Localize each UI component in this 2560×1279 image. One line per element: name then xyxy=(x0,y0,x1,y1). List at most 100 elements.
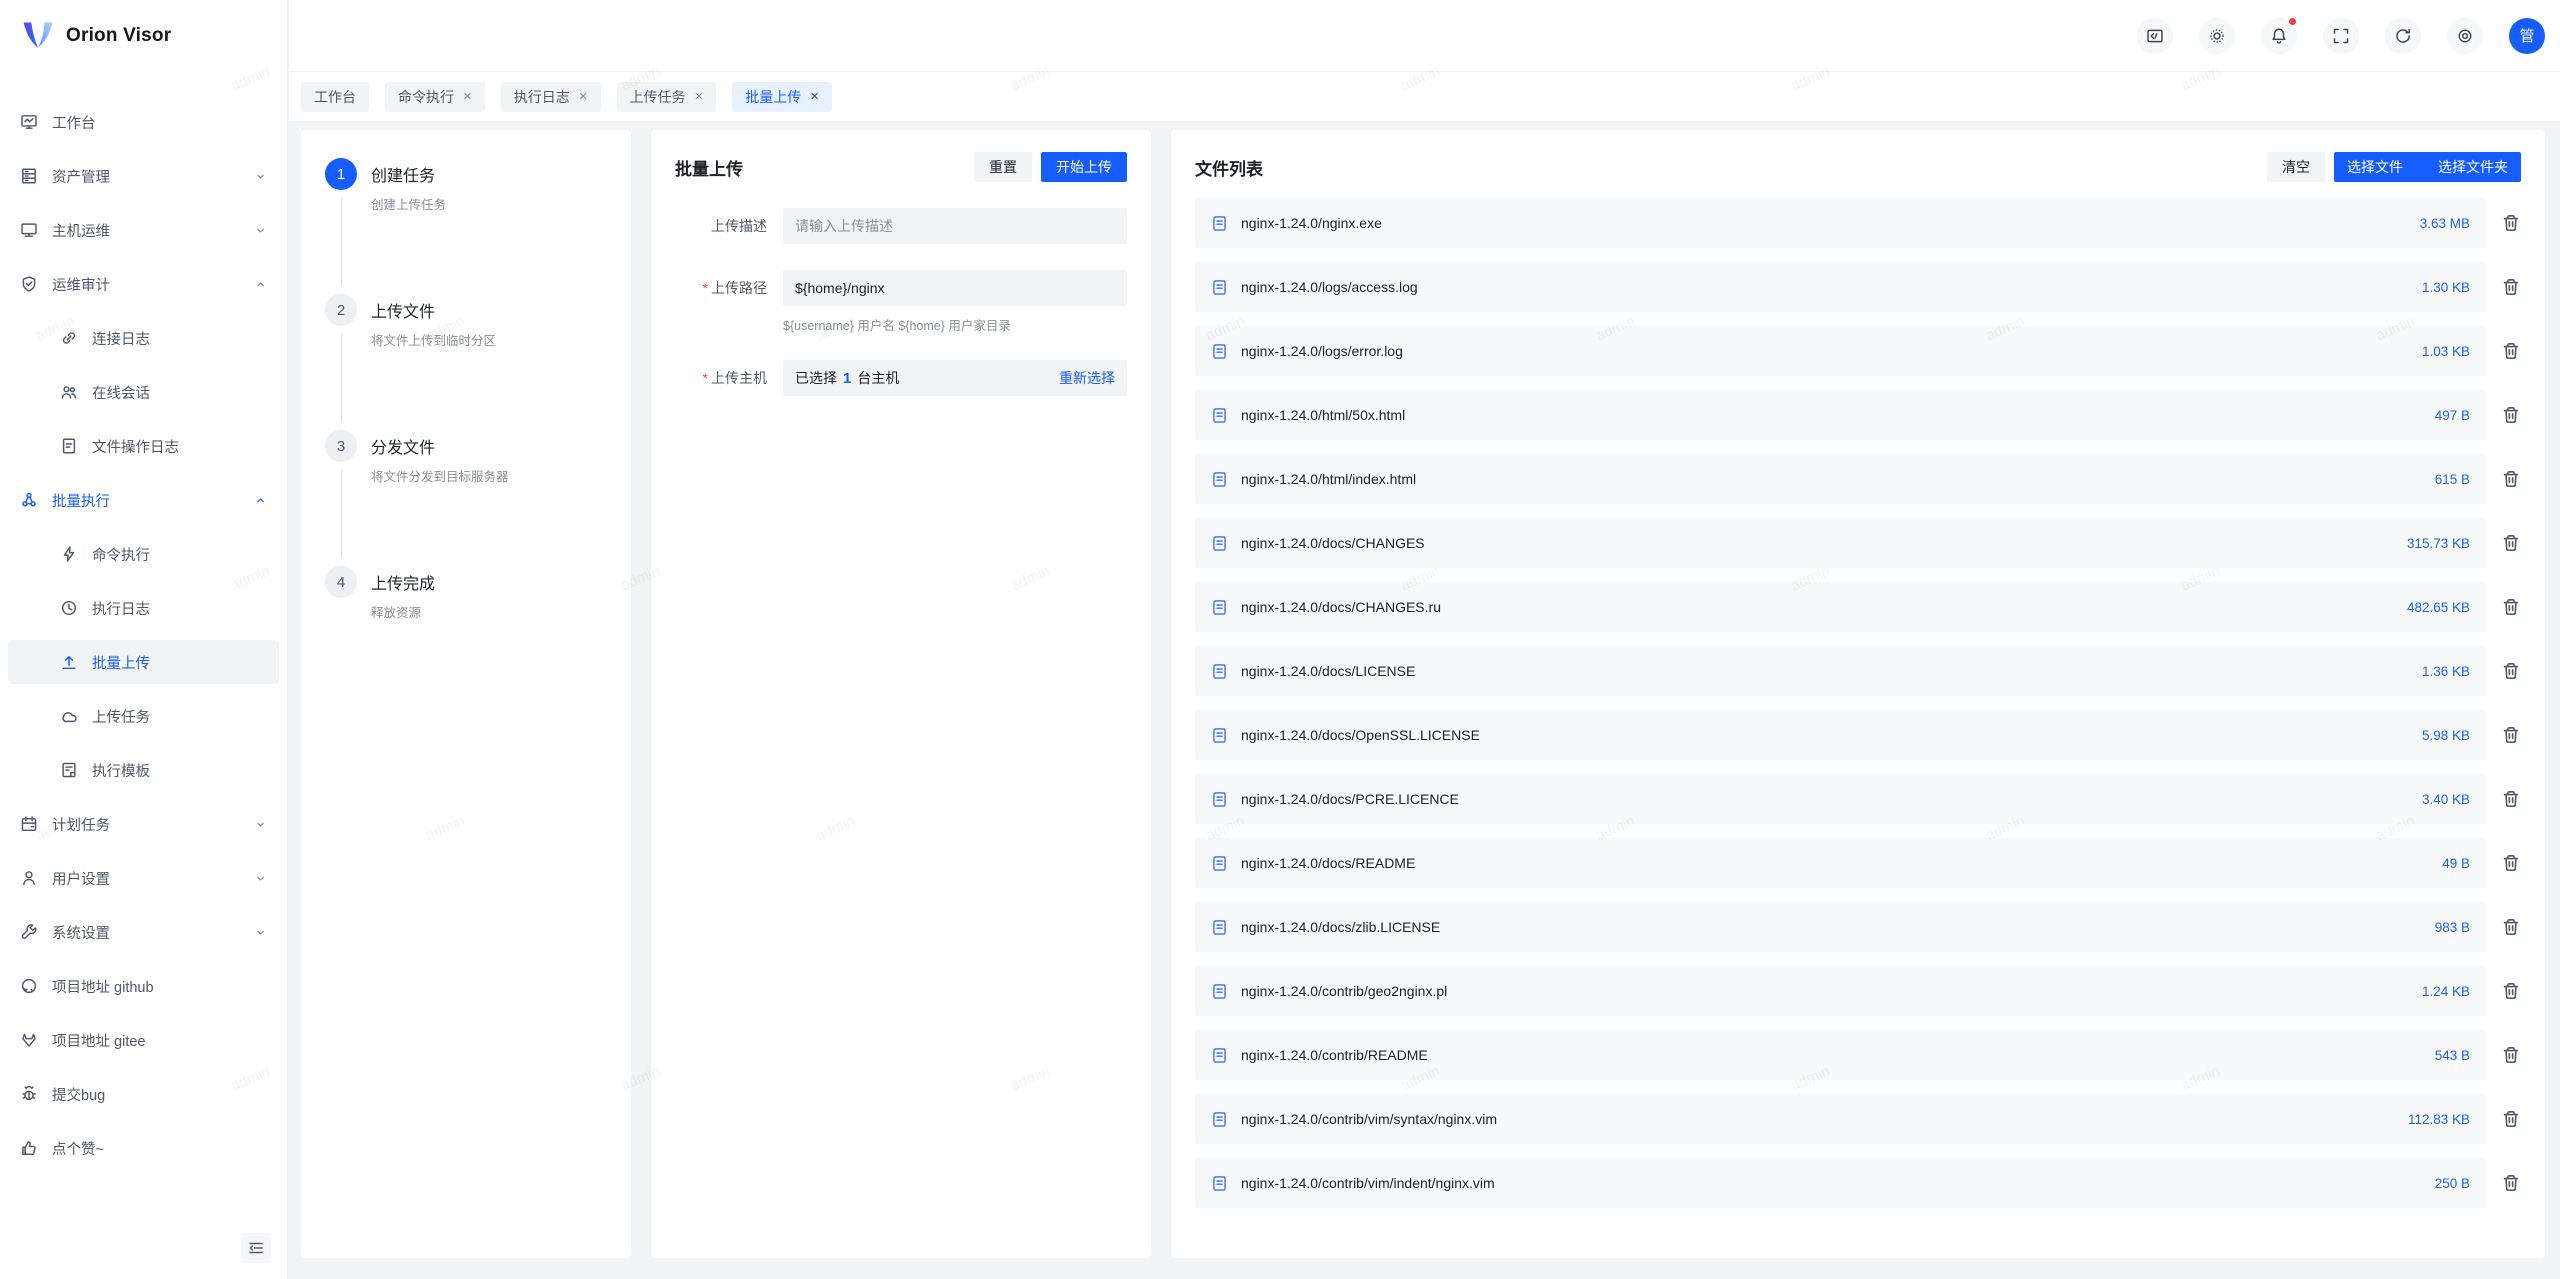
sidebar-item-exec-template[interactable]: 执行模板 xyxy=(8,748,279,792)
select-file-button[interactable]: 选择文件 xyxy=(2334,152,2416,182)
sidebar-item-project-gitee[interactable]: 项目地址 gitee xyxy=(8,1018,279,1062)
selected-host-box: 已选择 1 台主机 重新选择 xyxy=(783,360,1127,396)
file-size: 1.24 KB xyxy=(2422,984,2470,999)
sidebar-item-batch-upload[interactable]: 批量上传 xyxy=(8,640,279,684)
required-mark: * xyxy=(703,370,708,386)
file-size: 482.65 KB xyxy=(2407,600,2470,615)
tab-close-icon[interactable]: × xyxy=(463,89,472,104)
sidebar-item-workbench[interactable]: 工作台 xyxy=(8,100,279,144)
file-row: nginx-1.24.0/docs/CHANGES.ru482.65 KB xyxy=(1195,582,2486,632)
reset-button[interactable]: 重置 xyxy=(974,152,1032,182)
wrench-icon xyxy=(20,923,38,941)
file-name: nginx-1.24.0/nginx.exe xyxy=(1241,215,1382,231)
delete-file-button[interactable] xyxy=(2501,213,2521,233)
delete-file-button[interactable] xyxy=(2501,1109,2521,1129)
thumb-icon xyxy=(20,1139,38,1157)
delete-file-button[interactable] xyxy=(2501,661,2521,681)
delete-file-button[interactable] xyxy=(2501,277,2521,297)
delete-file-button[interactable] xyxy=(2501,533,2521,553)
file-list-title: 文件列表 xyxy=(1195,155,1263,180)
tab-upload-task[interactable]: 上传任务× xyxy=(617,82,717,112)
sidebar-item-project-github[interactable]: 项目地址 github xyxy=(8,964,279,1008)
sidebar-item-connect-log[interactable]: 连接日志 xyxy=(8,316,279,360)
step-1: 1创建任务创建上传任务 xyxy=(325,158,607,294)
sidebar-item-asset-mgmt[interactable]: 资产管理 xyxy=(8,154,279,198)
refresh-button[interactable] xyxy=(2385,18,2421,54)
tab-batch-upload[interactable]: 批量上传× xyxy=(732,82,832,112)
tab-exec-log[interactable]: 执行日志× xyxy=(501,82,601,112)
delete-file-button[interactable] xyxy=(2501,917,2521,937)
select-folder-button[interactable]: 选择文件夹 xyxy=(2425,152,2521,182)
delete-file-button[interactable] xyxy=(2501,853,2521,873)
sidebar-item-host-ops[interactable]: 主机运维 xyxy=(8,208,279,252)
audit-icon xyxy=(20,275,38,293)
tab-bar: 工作台命令执行×执行日志×上传任务×批量上传× xyxy=(289,72,2560,122)
file-row-wrap: nginx-1.24.0/nginx.exe3.63 MB xyxy=(1195,198,2521,248)
delete-file-button[interactable] xyxy=(2501,789,2521,809)
user-avatar[interactable]: 管 xyxy=(2509,18,2545,54)
sidebar-item-exec-log[interactable]: 执行日志 xyxy=(8,586,279,630)
upload-description-input[interactable] xyxy=(783,208,1127,244)
sidebar-item-command-exec[interactable]: 命令执行 xyxy=(8,532,279,576)
file-icon xyxy=(1211,471,1228,488)
sidebar-item-submit-bug[interactable]: 提交bug xyxy=(8,1072,279,1116)
delete-file-button[interactable] xyxy=(2501,405,2521,425)
sidebar-item-file-op-log[interactable]: 文件操作日志 xyxy=(8,424,279,468)
delete-file-button[interactable] xyxy=(2501,1045,2521,1065)
settings-button[interactable] xyxy=(2447,18,2483,54)
delete-file-button[interactable] xyxy=(2501,1173,2521,1193)
tab-close-icon[interactable]: × xyxy=(579,89,588,104)
step-text: 分发文件将文件分发到目标服务器 xyxy=(371,430,509,485)
theme-toggle-button[interactable] xyxy=(2199,18,2235,54)
sidebar-collapse-button[interactable] xyxy=(241,1233,271,1263)
reselect-host-link[interactable]: 重新选择 xyxy=(1059,368,1115,388)
tab-label: 命令执行 xyxy=(398,87,454,107)
selected-host-suffix: 台主机 xyxy=(857,368,899,388)
tab-workbench[interactable]: 工作台 xyxy=(301,82,369,112)
code-terminal-button[interactable] xyxy=(2137,18,2173,54)
delete-file-button[interactable] xyxy=(2501,725,2521,745)
tab-command-exec[interactable]: 命令执行 × xyxy=(385,82,485,112)
filelog-icon xyxy=(60,437,78,455)
file-icon xyxy=(1211,919,1228,936)
upload-host-row: *上传主机 已选择 1 台主机 重新选择 xyxy=(675,360,1127,396)
chevron-down-icon xyxy=(254,170,267,183)
upload-path-helper: ${username} 用户名 ${home} 用户家目录 xyxy=(783,315,1127,334)
sidebar-item-user-settings[interactable]: 用户设置 xyxy=(8,856,279,900)
sidebar-item-label: 主机运维 xyxy=(52,220,110,241)
file-row-wrap: nginx-1.24.0/html/50x.html497 B xyxy=(1195,390,2521,440)
sidebar-item-batch-exec[interactable]: 批量执行 xyxy=(8,478,279,522)
sidebar-item-give-like[interactable]: 点个赞~ xyxy=(8,1126,279,1170)
delete-file-button[interactable] xyxy=(2501,981,2521,1001)
file-name: nginx-1.24.0/docs/LICENSE xyxy=(1241,663,1415,679)
step-2: 2上传文件将文件上传到临时分区 xyxy=(325,294,607,430)
sidebar-item-online-session[interactable]: 在线会话 xyxy=(8,370,279,414)
start-upload-button[interactable]: 开始上传 xyxy=(1041,152,1127,182)
file-name: nginx-1.24.0/html/50x.html xyxy=(1241,407,1405,423)
file-row-wrap: nginx-1.24.0/docs/zlib.LICENSE983 B xyxy=(1195,902,2521,952)
sidebar-item-upload-task[interactable]: 上传任务 xyxy=(8,694,279,738)
sidebar-item-ops-audit[interactable]: 运维审计 xyxy=(8,262,279,306)
file-row: nginx-1.24.0/contrib/geo2nginx.pl1.24 KB xyxy=(1195,966,2486,1016)
fullscreen-button[interactable] xyxy=(2323,18,2359,54)
file-icon xyxy=(1211,1175,1228,1192)
file-size: 1.03 KB xyxy=(2422,344,2470,359)
step-text: 创建任务创建上传任务 xyxy=(371,158,446,213)
file-row: nginx-1.24.0/contrib/vim/syntax/nginx.vi… xyxy=(1195,1094,2486,1144)
sidebar-item-schedule-task[interactable]: 计划任务 xyxy=(8,802,279,846)
notifications-button[interactable] xyxy=(2261,18,2297,54)
refresh-icon xyxy=(2394,27,2412,45)
file-name: nginx-1.24.0/docs/zlib.LICENSE xyxy=(1241,919,1440,935)
clear-files-button[interactable]: 清空 xyxy=(2267,152,2325,182)
delete-file-button[interactable] xyxy=(2501,341,2521,361)
template-icon xyxy=(60,761,78,779)
main-area: 管 工作台命令执行×执行日志×上传任务×批量上传× 1创建任务创建上传任务2上传… xyxy=(289,0,2560,1279)
delete-file-button[interactable] xyxy=(2501,597,2521,617)
tab-close-icon[interactable]: × xyxy=(695,89,704,104)
bell-icon xyxy=(2270,27,2288,45)
sidebar-item-system-settings[interactable]: 系统设置 xyxy=(8,910,279,954)
tab-close-icon[interactable]: × xyxy=(810,89,819,104)
upload-path-input[interactable] xyxy=(783,270,1127,306)
file-icon xyxy=(1211,343,1228,360)
delete-file-button[interactable] xyxy=(2501,469,2521,489)
